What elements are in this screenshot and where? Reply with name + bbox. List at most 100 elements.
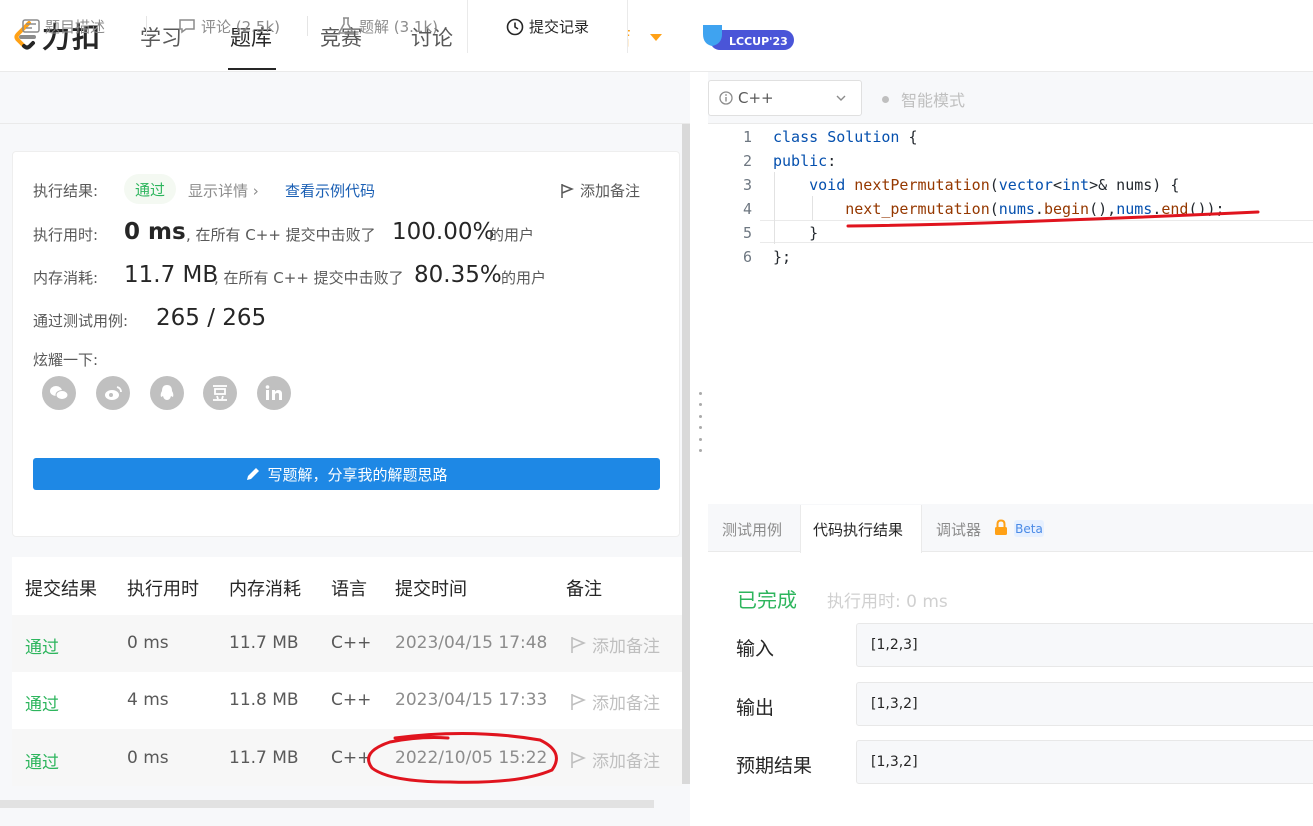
smart-mode-dot-icon (882, 95, 889, 103)
code-line-4: next_permutation(nums.begin(),nums.end()… (845, 200, 1225, 218)
show-details-link[interactable]: 显示详情 › (188, 180, 259, 201)
expected-label: 预期结果 (736, 755, 813, 777)
left-horizontal-scrollbar[interactable] (0, 800, 654, 808)
row-runtime: 4 ms (127, 690, 169, 710)
row-status[interactable]: 通过 (25, 690, 59, 715)
language-select-value: C++ (738, 89, 774, 107)
pencil-icon (247, 468, 260, 480)
row-runtime: 0 ms (127, 633, 169, 653)
left-vertical-scrollbar[interactable] (682, 124, 690, 784)
tests-value: 265 / 265 (156, 305, 267, 331)
row-status[interactable]: 通过 (25, 633, 59, 658)
row-submit-time: 2022/10/05 15:22 (395, 748, 548, 768)
code-line-5: } (773, 224, 819, 242)
lccup-badge-text: LCCUP'23 (729, 35, 788, 48)
tab-run-result[interactable]: 代码执行结果 (813, 519, 903, 540)
description-icon (22, 19, 40, 33)
tab-submissions-label: 提交记录 (528, 18, 589, 36)
tab-separator (146, 16, 147, 36)
store-caret-icon[interactable] (650, 34, 662, 41)
runtime-value: 0 ms (124, 219, 186, 245)
tab-test-cases[interactable]: 测试用例 (722, 519, 782, 540)
add-note-label: 添加备注 (580, 182, 641, 200)
row-memory: 11.8 MB (229, 690, 299, 710)
wechat-icon[interactable] (42, 376, 76, 410)
language-select[interactable]: C++ (708, 80, 862, 116)
runtime-label: 执行用时: (33, 226, 99, 244)
row-memory: 11.7 MB (229, 633, 299, 653)
add-note-button[interactable]: 添加备注 (560, 180, 640, 201)
run-exec-time: 执行用时: 0 ms (827, 592, 948, 612)
row-runtime: 0 ms (127, 748, 169, 768)
line-number: 3 (742, 176, 752, 194)
smart-mode-toggle[interactable]: 智能模式 (882, 87, 965, 111)
runtime-percentile: 100.00% (392, 219, 495, 245)
memory-users-text: 的用户 (501, 269, 547, 287)
panel-resize-handle[interactable] (699, 392, 703, 452)
tab-description-label: 题目描述 (45, 17, 106, 36)
line-number: 1 (742, 128, 752, 146)
output-label: 输出 (736, 697, 775, 719)
clock-icon (506, 18, 524, 35)
code-line-2: public: (773, 152, 837, 170)
result-status-badge: 通过 (124, 174, 176, 204)
view-sample-code-link[interactable]: 查看示例代码 (285, 180, 375, 201)
comment-icon (179, 19, 195, 34)
weibo-icon[interactable] (96, 376, 130, 410)
output-value-box: [1,3,2] (856, 682, 1313, 726)
tab-solutions-label: 题解 (3.1k) (359, 17, 439, 36)
row-add-note-button[interactable]: 添加备注 (570, 632, 660, 657)
memory-value: 11.7 MB (124, 262, 219, 288)
row-add-note-button[interactable]: 添加备注 (570, 689, 660, 714)
th-runtime: 执行用时 (127, 579, 199, 600)
chevron-down-icon (836, 95, 846, 101)
th-note: 备注 (566, 579, 602, 600)
line-number: 5 (742, 224, 752, 242)
tab-debugger[interactable]: 调试器 (936, 519, 981, 540)
row-language: C++ (331, 633, 372, 653)
lock-icon (995, 519, 1007, 535)
tab-description[interactable]: 题目描述 (22, 0, 105, 52)
tab-separator (307, 16, 308, 36)
row-note-label: 添加备注 (592, 637, 660, 657)
memory-beat-text: , 在所有 C++ 提交中击败了 (214, 269, 404, 287)
runtime-beat-text: , 在所有 C++ 提交中击败了 (186, 226, 376, 244)
flag-icon (571, 636, 586, 653)
memory-percentile: 80.35% (414, 262, 502, 288)
lccup-badge[interactable]: LCCUP'23 (700, 22, 794, 52)
tab-comments-label: 评论 (2.5k) (201, 17, 281, 36)
row-note-label: 添加备注 (592, 694, 660, 714)
line-number: 6 (742, 248, 752, 266)
row-submit-time: 2023/04/15 17:48 (395, 633, 548, 653)
th-language: 语言 (331, 579, 367, 600)
tab-solutions[interactable]: 题解 (3.1k) (338, 0, 438, 52)
tab-comments[interactable]: 评论 (2.5k) (178, 0, 280, 52)
linkedin-icon[interactable] (257, 376, 291, 410)
write-solution-label: 写题解，分享我的解题思路 (267, 465, 448, 484)
row-add-note-button[interactable]: 添加备注 (570, 747, 660, 772)
code-line-6: }; (773, 248, 792, 266)
info-icon (719, 91, 733, 105)
row-note-label: 添加备注 (592, 752, 660, 772)
result-status-label: 执行结果: (33, 182, 99, 200)
row-submit-time: 2023/04/15 17:33 (395, 690, 548, 710)
share-label: 炫耀一下: (33, 351, 99, 369)
douban-icon[interactable] (203, 376, 237, 410)
beta-badge: Beta (1014, 520, 1044, 537)
flag-icon (561, 183, 574, 198)
line-number: 2 (742, 152, 752, 170)
flag-icon (571, 751, 586, 768)
console-tab-bar (708, 504, 1313, 552)
th-submit-time: 提交时间 (395, 579, 467, 600)
input-label: 输入 (736, 638, 775, 660)
flag-icon (571, 693, 586, 710)
tab-submissions[interactable]: 提交记录 (467, 0, 628, 53)
left-tab-bar (0, 72, 690, 124)
qq-icon[interactable] (150, 376, 184, 410)
line-number: 4 (742, 200, 752, 218)
row-status[interactable]: 通过 (25, 748, 59, 773)
memory-label: 内存消耗: (33, 269, 99, 287)
tests-label: 通过测试用例: (33, 312, 129, 330)
expected-value-box: [1,3,2] (856, 740, 1313, 784)
write-solution-button[interactable]: 写题解，分享我的解题思路 (33, 458, 660, 490)
